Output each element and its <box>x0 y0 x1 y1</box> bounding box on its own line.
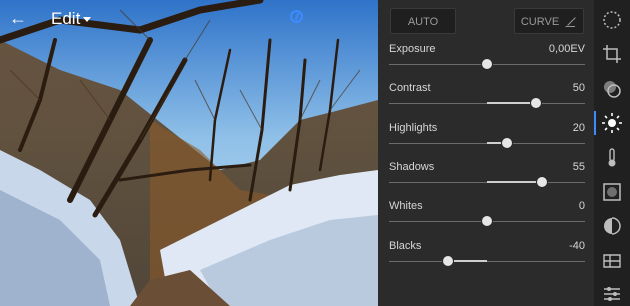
slider-value[interactable]: 50 <box>573 82 585 94</box>
slider-value[interactable]: -40 <box>569 240 585 252</box>
slider-track[interactable] <box>389 175 585 188</box>
slider-row-exposure: Exposure 0,00EV <box>378 40 594 79</box>
curve-icon <box>565 17 575 27</box>
curve-button[interactable]: CURVE <box>514 8 584 34</box>
slider-knob[interactable] <box>530 97 542 110</box>
slider-label: Blacks <box>389 239 422 252</box>
slider-track[interactable] <box>389 254 585 267</box>
slider-row-shadows: Shadows 55 <box>378 158 594 197</box>
slider-value[interactable]: 55 <box>573 161 585 173</box>
temperature-icon[interactable] <box>601 147 623 169</box>
chevron-down-icon[interactable] <box>83 17 91 22</box>
slider-knob[interactable] <box>441 254 454 267</box>
slider-knob[interactable] <box>535 175 548 188</box>
photo-editor: ← Edit AUTO CURVE Exposure 0,00EV Contrast… <box>0 0 630 306</box>
slider-track[interactable] <box>389 97 585 110</box>
color-mix-icon[interactable] <box>601 78 623 100</box>
auto-button[interactable]: AUTO <box>390 8 456 34</box>
presets-icon[interactable] <box>601 9 623 31</box>
slider-track[interactable] <box>389 215 585 228</box>
slider-row-contrast: Contrast 50 <box>378 79 594 118</box>
detail-icon[interactable] <box>601 215 623 237</box>
back-arrow-icon[interactable]: ← <box>8 8 28 28</box>
active-tool-indicator <box>594 111 596 135</box>
slider-label: Exposure <box>389 43 436 55</box>
slider-row-whites: Whites 0 <box>378 197 594 236</box>
info-icon[interactable] <box>290 10 303 23</box>
slider-fill <box>487 102 536 105</box>
slider-knob[interactable] <box>481 58 493 70</box>
slider-value[interactable]: 20 <box>573 122 585 134</box>
slider-knob[interactable] <box>481 215 493 228</box>
slider-row-blacks: Blacks -40 <box>378 237 594 276</box>
top-bar: ← Edit <box>0 0 378 38</box>
vignette-icon[interactable] <box>601 181 623 203</box>
curve-button-label: CURVE <box>520 16 560 28</box>
slider-fill <box>487 180 542 183</box>
slider-label: Whites <box>389 200 423 213</box>
slider-track[interactable] <box>389 58 585 70</box>
tool-rail <box>594 0 630 306</box>
crop-icon[interactable] <box>601 43 623 65</box>
slider-label: Contrast <box>389 82 431 95</box>
light-panel: AUTO CURVE Exposure 0,00EV Contrast 50 Highl… <box>378 0 594 306</box>
slider-label: Highlights <box>389 121 438 134</box>
optics-icon[interactable] <box>601 250 623 272</box>
slider-track[interactable] <box>389 136 585 149</box>
light-icon[interactable] <box>601 112 623 134</box>
slider-row-highlights: Highlights 20 <box>378 119 594 158</box>
photo-image <box>0 0 378 306</box>
settings-sliders-icon[interactable] <box>601 283 623 305</box>
slider-value[interactable]: 0 <box>579 200 585 212</box>
edit-mode-title[interactable]: Edit <box>51 9 80 29</box>
slider-value[interactable]: 0,00EV <box>549 43 585 55</box>
photo-preview[interactable]: ← Edit <box>0 0 378 306</box>
slider-knob[interactable] <box>500 136 513 149</box>
slider-label: Shadows <box>389 160 435 173</box>
